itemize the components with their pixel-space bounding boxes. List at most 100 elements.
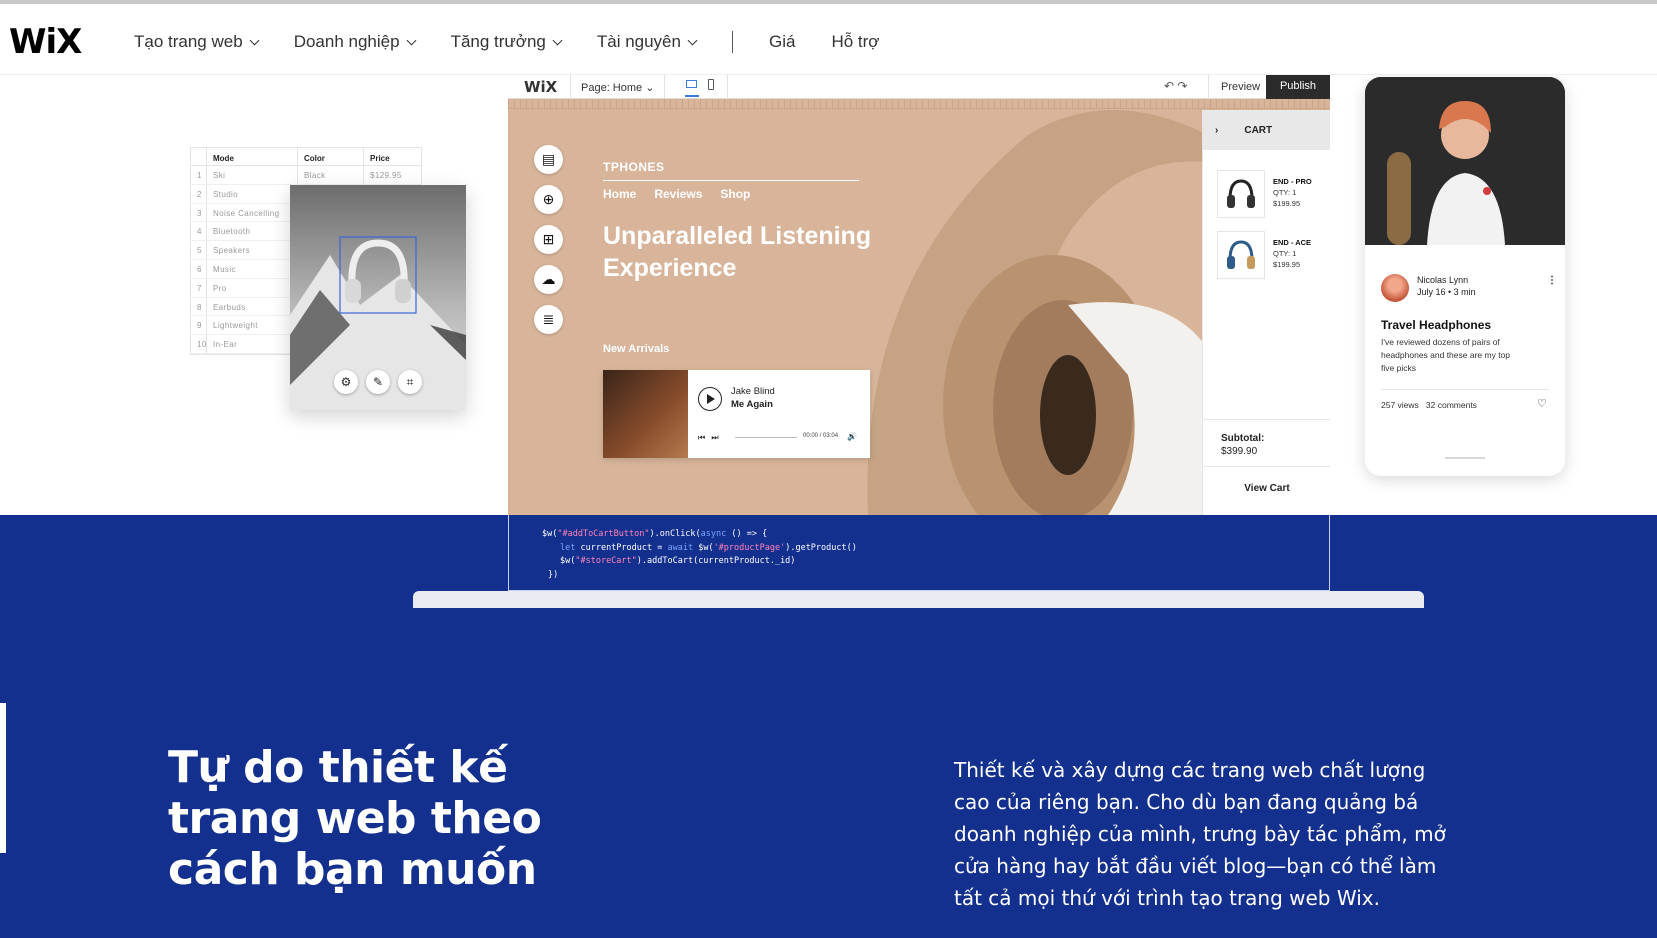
subtotal-value: $399.90 [1221, 446, 1258, 457]
apps-icon[interactable]: ⊞ [534, 225, 563, 254]
editor-side-tools: ▤ ⊕ ⊞ ☁ ≣ [534, 145, 563, 334]
site-nav-shop[interactable]: Shop [720, 187, 750, 201]
main-nav: Tạo trang web Doanh nghiệp Tăng trưởng T… [134, 31, 915, 53]
preview-button[interactable]: Preview [1208, 75, 1272, 99]
nav-link-support[interactable]: Hỗ trợ [831, 32, 879, 52]
site-nav-home[interactable]: Home [603, 187, 636, 201]
table-cell: 4 [191, 222, 207, 241]
artist-name: Jake Blind [731, 386, 775, 397]
wix-logo[interactable]: WiX [9, 22, 82, 62]
cart-item-name: END - ACE [1273, 238, 1312, 247]
desktop-icon[interactable] [686, 80, 697, 88]
prev-next-icons[interactable]: ⏮ ⏭ [698, 433, 721, 443]
cart-header: › CART [1203, 110, 1330, 150]
cart-item-name: END - PRO [1273, 177, 1312, 186]
table-header-mode: Mode [213, 154, 234, 163]
add-icon[interactable]: ⊕ [534, 185, 563, 214]
code-keyword: let [560, 542, 576, 553]
divider [1381, 389, 1549, 390]
table-header-index [191, 148, 207, 165]
site-nav-reviews[interactable]: Reviews [654, 187, 702, 201]
chevron-down-icon: ⌄ [645, 82, 655, 94]
table-cell: Bluetooth [213, 227, 251, 237]
volume-icon[interactable]: 🔊 [847, 432, 857, 441]
nav-label: Tăng trưởng [450, 32, 546, 51]
views-count: 257 views [1381, 400, 1419, 410]
chevron-down-icon [687, 35, 698, 45]
code-token: ).addToCart(currentProduct._id) [636, 556, 796, 566]
code-token: ).onClick( [649, 529, 701, 539]
post-stats: 257 views 32 comments [1381, 400, 1477, 410]
table-cell: 9 [191, 316, 207, 335]
chevron-down-icon [406, 35, 417, 45]
nav-link-pricing[interactable]: Giá [769, 32, 795, 52]
code-line: $w("#addToCartButton").onClick(async () … [542, 528, 1329, 542]
mobile-icon[interactable] [708, 79, 714, 90]
nav-item-resources[interactable]: Tài nguyên [596, 32, 698, 52]
cart-subtotal: Subtotal: $399.90 [1203, 419, 1330, 458]
cart-item-price: $199.95 [1273, 260, 1301, 269]
undo-redo-icons[interactable]: ↶ ↷ [1164, 79, 1187, 93]
headphones-thumb-icon [1217, 231, 1265, 279]
site-brand: TPHONES [603, 160, 665, 174]
nav-label: Tài nguyên [596, 32, 681, 51]
code-line: }) [548, 569, 559, 580]
table-header: Mode Color Price [191, 148, 421, 166]
nav-item-create-website[interactable]: Tạo trang web [134, 32, 260, 52]
code-token: $w( [693, 542, 714, 553]
code-token: currentProduct = [575, 542, 668, 553]
code-line: $w("#storeCart").addToCart(currentProduc… [542, 555, 1329, 569]
code-keyword: await [667, 542, 694, 553]
ruler [508, 99, 1330, 109]
section-headline: Tự do thiết kế trang web theo cách bạn m… [168, 742, 542, 895]
heart-icon[interactable]: ♡ [1537, 397, 1547, 410]
cart-item[interactable]: END - PRO QTY: 1 $199.95 [1217, 170, 1327, 220]
post-title[interactable]: Travel Headphones [1381, 318, 1491, 332]
table-cell: 8 [191, 297, 207, 316]
table-cell: In-Ear [213, 340, 238, 350]
settings-gear-icon[interactable]: ⚙ [334, 370, 358, 394]
code-panel: $w( "#addToCartButton").onClick(async () … [508, 515, 1330, 591]
play-icon[interactable] [698, 387, 722, 411]
site-nav: Home Reviews Shop [603, 187, 750, 201]
nav-item-business[interactable]: Doanh nghiệp [294, 32, 417, 52]
code-token: $w( [560, 556, 576, 566]
cart-panel: › CART END - PRO QTY: 1 $199.95 END - AC… [1202, 110, 1330, 515]
site-headline: Unparalleled Listening Experience [603, 222, 872, 282]
pages-icon[interactable]: ▤ [534, 145, 563, 174]
table-header-price: Price [363, 148, 421, 165]
table-cell: Pro [213, 283, 227, 293]
table-cell: 3 [191, 203, 207, 222]
database-icon[interactable]: ≣ [534, 305, 563, 334]
crop-icon[interactable]: ⌗ [398, 370, 422, 394]
comments-count[interactable]: 32 comments [1426, 400, 1477, 410]
author-avatar[interactable] [1381, 274, 1409, 302]
cart-title: CART [1244, 124, 1273, 136]
author-name[interactable]: Nicolas Lynn [1417, 275, 1468, 285]
progress-bar[interactable] [735, 437, 797, 438]
code-token: () => { [726, 529, 768, 539]
chevron-right-icon[interactable]: › [1215, 125, 1218, 136]
chevron-down-icon [249, 35, 260, 45]
headphones-thumb-icon [1217, 170, 1265, 218]
table-cell: Speakers [213, 246, 250, 256]
upload-icon[interactable]: ☁ [534, 265, 563, 294]
more-options-icon[interactable]: ⋮ [1547, 275, 1557, 286]
table-cell: Lightweight [213, 321, 258, 331]
publish-button[interactable]: Publish [1266, 75, 1330, 99]
table-cell: 1 [191, 166, 207, 184]
page-selector[interactable]: Page: Home ⌄ [570, 75, 666, 99]
blog-cover-image [1365, 77, 1565, 245]
table-cell: 7 [191, 278, 207, 297]
view-cart-button[interactable]: View Cart [1203, 466, 1330, 515]
table-cell: 2 [191, 184, 207, 203]
table-cell: Earbuds [213, 302, 246, 312]
code-string: "#addToCartButton" [557, 529, 650, 539]
chevron-down-icon [552, 35, 563, 45]
edit-pencil-icon[interactable]: ✎ [366, 370, 390, 394]
nav-item-growth[interactable]: Tăng trưởng [450, 32, 563, 52]
table-cell: Studio [213, 189, 239, 199]
code-line: let currentProduct = await $w('#productP… [542, 542, 1329, 556]
code-keyword: async [700, 529, 727, 539]
cart-item[interactable]: END - ACE QTY: 1 $199.95 [1217, 231, 1327, 281]
